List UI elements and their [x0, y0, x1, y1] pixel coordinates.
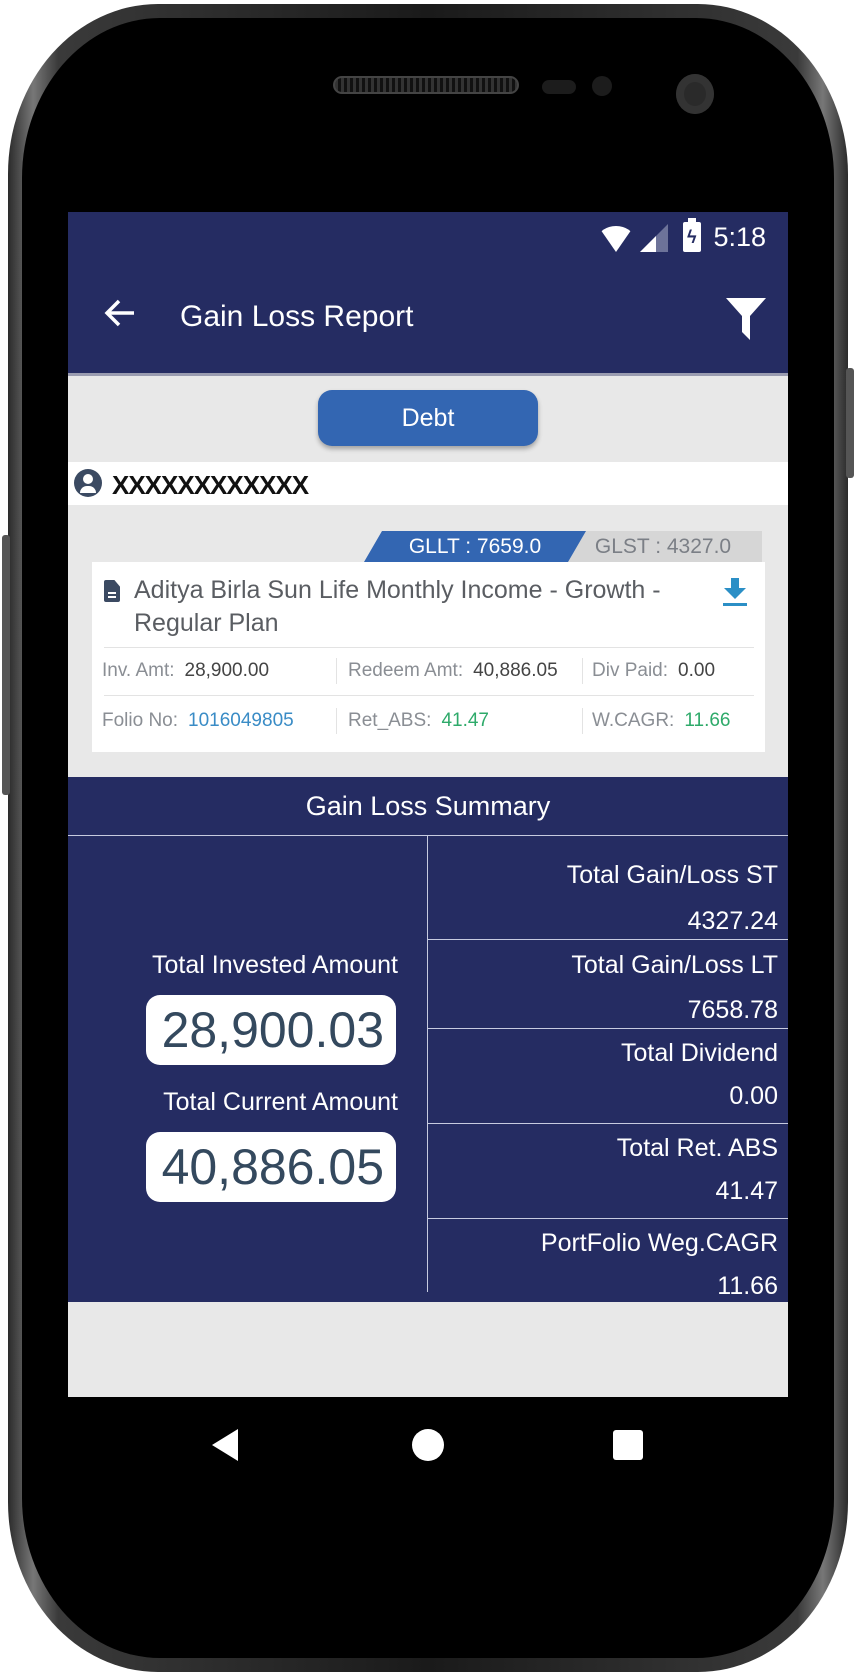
- filter-icon: [726, 298, 766, 340]
- summary-row-divider: [428, 1028, 788, 1029]
- total-current-value: 40,886.05: [146, 1132, 396, 1202]
- filter-button[interactable]: [724, 294, 768, 342]
- summary-item-value: 4327.24: [687, 907, 778, 935]
- summary-item-value: 41.47: [715, 1177, 778, 1205]
- summary-column-divider: [427, 836, 428, 1292]
- front-camera: [676, 74, 714, 114]
- summary-item-value: 7658.78: [687, 996, 778, 1024]
- signal-icon: [640, 224, 668, 252]
- folio-label: Folio No:: [102, 710, 179, 731]
- fund-name: Aditya Birla Sun Life Monthly Income - G…: [134, 576, 661, 637]
- summary-item-label: PortFolio Weg.CAGR: [540, 1229, 778, 1257]
- gain-tabs: GLST : 4327.0 GLLT : 7659.0: [364, 531, 762, 562]
- folio-value[interactable]: 1016049805: [188, 710, 294, 731]
- tab-glst[interactable]: GLST : 4327.0: [564, 531, 762, 562]
- volume-button: [2, 535, 10, 795]
- download-button[interactable]: [721, 576, 749, 608]
- ret-abs-value: 41.47: [441, 710, 489, 731]
- wifi-icon: [598, 226, 634, 252]
- column-divider: [336, 658, 337, 684]
- proximity-sensor: [542, 80, 576, 94]
- div-paid-label: Div Paid:: [592, 660, 669, 681]
- card-divider: [104, 647, 754, 648]
- gain-loss-summary: Gain Loss Summary Total Invested Amount …: [68, 777, 788, 1302]
- user-row: XXXXXXXXXXXX: [68, 462, 788, 505]
- total-current-label: Total Current Amount: [163, 1088, 398, 1116]
- total-invested-value: 28,900.03: [146, 995, 396, 1065]
- user-name: XXXXXXXXXXXX: [112, 470, 309, 500]
- div-paid: Div Paid: 0.00: [592, 660, 715, 682]
- category-debt-button[interactable]: Debt: [318, 390, 538, 446]
- arrow-left-icon: [104, 299, 134, 327]
- earpiece-speaker: [333, 76, 519, 94]
- div-paid-value: 0.00: [678, 660, 716, 681]
- fund-card[interactable]: Aditya Birla Sun Life Monthly Income - G…: [92, 562, 765, 752]
- system-nav-bar: [68, 1397, 788, 1493]
- battery-charging-icon: ϟ: [683, 218, 701, 252]
- redeem-amt: Redeem Amt: 40,886.05: [348, 660, 558, 682]
- card-divider: [104, 695, 754, 696]
- column-divider: [582, 708, 583, 734]
- ret-abs-label: Ret_ABS:: [348, 710, 432, 731]
- summary-row-divider: [428, 1123, 788, 1124]
- total-invested-label: Total Invested Amount: [152, 951, 398, 979]
- inv-amt-value: 28,900.00: [184, 660, 270, 681]
- summary-item-label: Total Gain/Loss ST: [566, 861, 778, 889]
- folio-no: Folio No: 1016049805: [102, 710, 294, 732]
- app-screen: ϟ 5:18 Gain Loss Report Debt XXXXXXXXXXX…: [68, 212, 788, 1493]
- nav-home-button[interactable]: [412, 1429, 444, 1461]
- app-bar: ϟ 5:18 Gain Loss Report: [68, 212, 788, 373]
- tab-gllt[interactable]: GLLT : 7659.0: [364, 531, 586, 562]
- redeem-amt-value: 40,886.05: [473, 660, 558, 681]
- summary-row-divider: [428, 1218, 788, 1219]
- wcagr: W.CAGR: 11.66: [592, 710, 730, 732]
- page-title: Gain Loss Report: [180, 300, 414, 333]
- redeem-amt-label: Redeem Amt:: [348, 660, 464, 681]
- power-button: [846, 368, 854, 478]
- summary-item-value: 11.66: [717, 1272, 778, 1300]
- summary-divider: [68, 835, 788, 836]
- summary-item-label: Total Gain/Loss LT: [571, 951, 778, 979]
- status-time: 5:18: [713, 222, 766, 252]
- document-icon: [104, 580, 120, 602]
- summary-item-value: 0.00: [729, 1082, 778, 1110]
- summary-title: Gain Loss Summary: [305, 791, 551, 821]
- app-bar-divider: [68, 373, 788, 376]
- account-circle-icon: [74, 469, 102, 497]
- wcagr-value: 11.66: [684, 710, 731, 731]
- download-icon: [723, 578, 747, 606]
- nav-back-button[interactable]: [212, 1429, 238, 1461]
- ret-abs: Ret_ABS: 41.47: [348, 710, 489, 732]
- inv-amt: Inv. Amt: 28,900.00: [102, 660, 269, 682]
- wcagr-label: W.CAGR:: [592, 710, 675, 731]
- summary-item-label: Total Dividend: [620, 1039, 778, 1067]
- back-button[interactable]: [102, 295, 142, 335]
- light-sensor: [592, 76, 612, 96]
- inv-amt-label: Inv. Amt:: [102, 660, 175, 681]
- nav-recents-button[interactable]: [613, 1430, 643, 1460]
- summary-item-label: Total Ret. ABS: [616, 1134, 778, 1162]
- column-divider: [582, 658, 583, 684]
- summary-row-divider: [428, 939, 788, 940]
- column-divider: [336, 708, 337, 734]
